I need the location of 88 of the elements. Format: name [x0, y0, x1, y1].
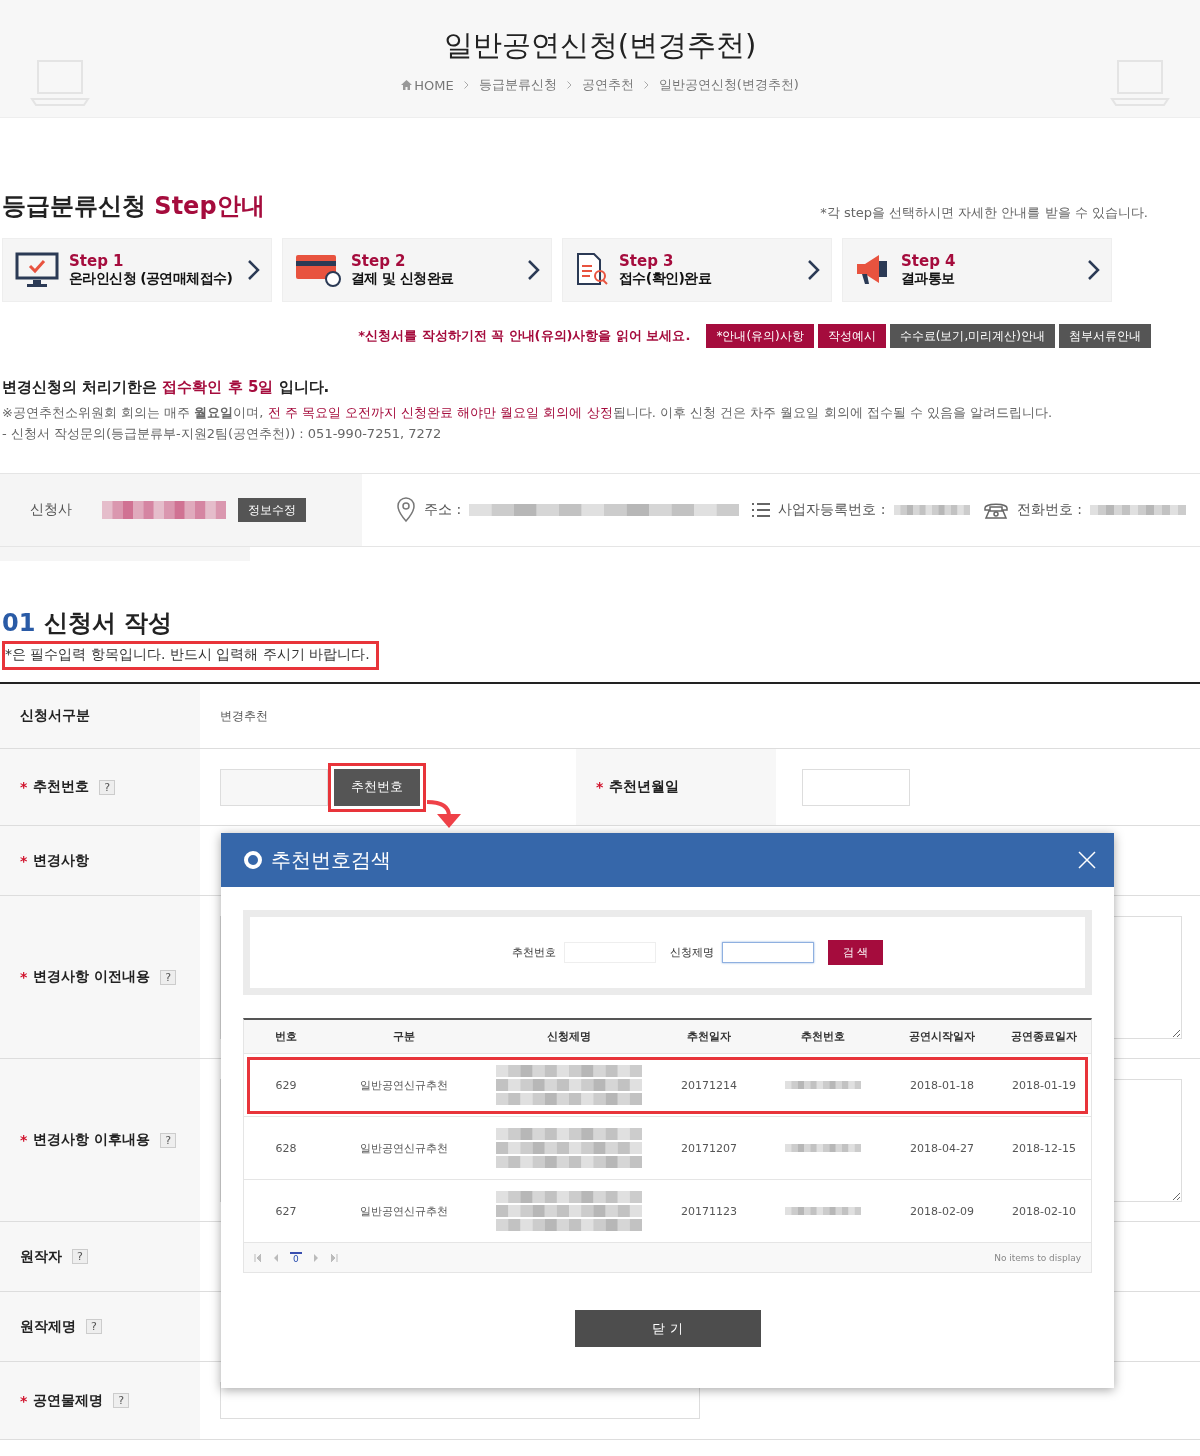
deadline-text: 변경신청의 처리기한은 접수확인 후 5일 입니다.	[2, 378, 331, 397]
section-title: 등급분류신청 Step안내	[2, 191, 265, 222]
step-label: 온라인신청 (공연매체접수)	[69, 270, 234, 288]
table-cell-text: 2018-02-10	[1011, 1204, 1077, 1218]
column-header: 구분	[392, 1029, 416, 1044]
required-mark: *	[20, 1132, 28, 1148]
field-label: 추천번호	[33, 778, 90, 796]
close-button[interactable]: 닫 기	[574, 1310, 761, 1347]
table-cell-text: 2018-01-18	[909, 1078, 975, 1092]
step-label: 결과통보	[901, 270, 956, 288]
field-label: 원작제명	[20, 1317, 76, 1336]
table-cell-text: 2018-12-15	[1011, 1141, 1077, 1155]
table-cell-text: 일반공연신규추천	[359, 1203, 449, 1219]
business-number-label: 사업자등록번호 :	[778, 501, 886, 519]
page-number[interactable]: 0	[290, 1251, 302, 1264]
table-cell-text: 일반공연신규추천	[359, 1077, 449, 1093]
step-card[interactable]: Step 1 온라인신청 (공연매체접수)	[2, 238, 272, 302]
help-badge[interactable]: ?	[99, 779, 116, 795]
field-label: 변경사항 이후내용	[33, 1131, 151, 1149]
step-number: Step 3	[619, 252, 675, 270]
step-card[interactable]: Step 3 접수(확인)완료	[562, 238, 832, 302]
help-badge[interactable]: ?	[113, 1393, 130, 1408]
step-card[interactable]: Step 4 결과통보	[842, 238, 1112, 302]
step-number: Step 1	[69, 252, 125, 270]
table-cell-text: 629	[274, 1078, 298, 1092]
table-cell-text: 2018-01-19	[1011, 1078, 1077, 1092]
result-row[interactable]: 628 일반공연신규추천 20171207 2018-04-27 2018-12-15	[244, 1117, 1091, 1180]
table-cell-text: 20171123	[680, 1204, 738, 1218]
section-title: 01 신청서 작성	[2, 608, 174, 639]
step-card[interactable]: Step 2 결제 및 신청완료	[282, 238, 552, 302]
table-cell-text: 628	[274, 1141, 298, 1155]
table-cell-text: 2018-04-27	[909, 1141, 975, 1155]
required-mark: *	[20, 969, 28, 985]
search-label: 추천번호	[511, 945, 556, 960]
lookup-button[interactable]: 추천번호	[328, 762, 426, 812]
step-number: Step 4	[901, 252, 957, 270]
column-header: 추천일자	[686, 1029, 732, 1044]
required-mark: *	[20, 1392, 28, 1409]
field-label: 신청서구분	[20, 707, 90, 725]
field-value: 변경추천	[220, 707, 268, 725]
pager-status: No items to display	[994, 1252, 1081, 1263]
column-header: 번호	[274, 1029, 298, 1044]
guide-button[interactable]: 작성예시	[817, 324, 886, 348]
step-label: 접수(확인)완료	[619, 270, 713, 288]
column-header: 공연시작일자	[908, 1029, 976, 1044]
column-header: 신청제명	[546, 1029, 592, 1044]
page-title: 일반공연신청(변경추천)	[443, 27, 757, 64]
field-label: 추천년월일	[609, 778, 680, 796]
edit-info-button[interactable]: 정보수정	[238, 498, 306, 522]
table-cell-text: 일반공연신규추천	[359, 1140, 449, 1156]
breadcrumb-link[interactable]: HOME	[414, 77, 454, 93]
field-label: 공연물제명	[33, 1391, 104, 1410]
table-cell-text: 2018-02-09	[909, 1204, 975, 1218]
search-button[interactable]: 검 색	[827, 940, 884, 965]
address-label: 주소 :	[424, 501, 462, 519]
info-text: - 신청서 작성문의(등급분류부-지원2팀(공연추천)) : 051-990-7251, 7272	[2, 426, 443, 441]
required-mark: *	[20, 779, 28, 795]
table-cell-text: 627	[274, 1204, 298, 1218]
step-note: *각 step을 선택하시면 자세한 안내를 받을 수 있습니다.	[820, 204, 1148, 222]
guide-button[interactable]: 수수료(보기,미리계산)안내	[889, 324, 1055, 348]
result-row[interactable]: 629 일반공연신규추천 20171214 2018-01-18 2018-01-19	[244, 1054, 1091, 1117]
column-header: 추천번호	[800, 1029, 846, 1044]
phone-label: 전화번호 :	[1016, 501, 1082, 519]
dialog-title: 추천번호검색	[271, 846, 392, 874]
field-label: 변경사항 이전내용	[33, 968, 151, 986]
help-badge[interactable]: ?	[160, 1132, 177, 1148]
step-label: 결제 및 신청완료	[351, 270, 455, 288]
breadcrumb-link[interactable]: 일반공연신청(변경추천)	[658, 76, 799, 94]
step-number: Step 2	[351, 252, 407, 270]
column-header: 공연종료일자	[1010, 1029, 1078, 1044]
breadcrumb-link[interactable]: 공연추천	[581, 76, 634, 94]
applicant-label: 신청사	[30, 501, 72, 519]
guide-button[interactable]: *안내(유의)사항	[706, 324, 814, 348]
search-label: 신청제명	[669, 945, 714, 960]
table-cell-text: 20171214	[680, 1078, 738, 1092]
info-text: ※공연추천소위원회 회의는 매주 월요일이며, 전 주 목요일 오전까지 신청완료 해야만 월요일 회의에 상정 됩니다. 이후 신청 건은 차주 월요일 회의에 접수될 수 있음을 알려드립니다.	[2, 405, 1054, 420]
table-cell-text: 20171207	[680, 1141, 738, 1155]
field-label: 원작자	[20, 1247, 62, 1266]
guide-button[interactable]: 첨부서류안내	[1059, 324, 1151, 348]
required-mark: *	[596, 779, 604, 795]
help-badge[interactable]: ?	[86, 1319, 102, 1334]
help-badge[interactable]: ?	[160, 969, 177, 985]
notice-text: *신청서를 작성하기전 꼭 안내(유의)사항을 읽어 보세요.	[358, 327, 691, 345]
required-note: *은 필수입력 항목입니다. 반드시 입력해 주시기 바랍니다.	[2, 641, 379, 670]
help-badge[interactable]: ?	[72, 1249, 88, 1264]
field-label: 변경사항	[33, 851, 90, 870]
required-mark: *	[20, 852, 28, 869]
breadcrumb-link[interactable]: 등급분류신청	[478, 76, 557, 94]
